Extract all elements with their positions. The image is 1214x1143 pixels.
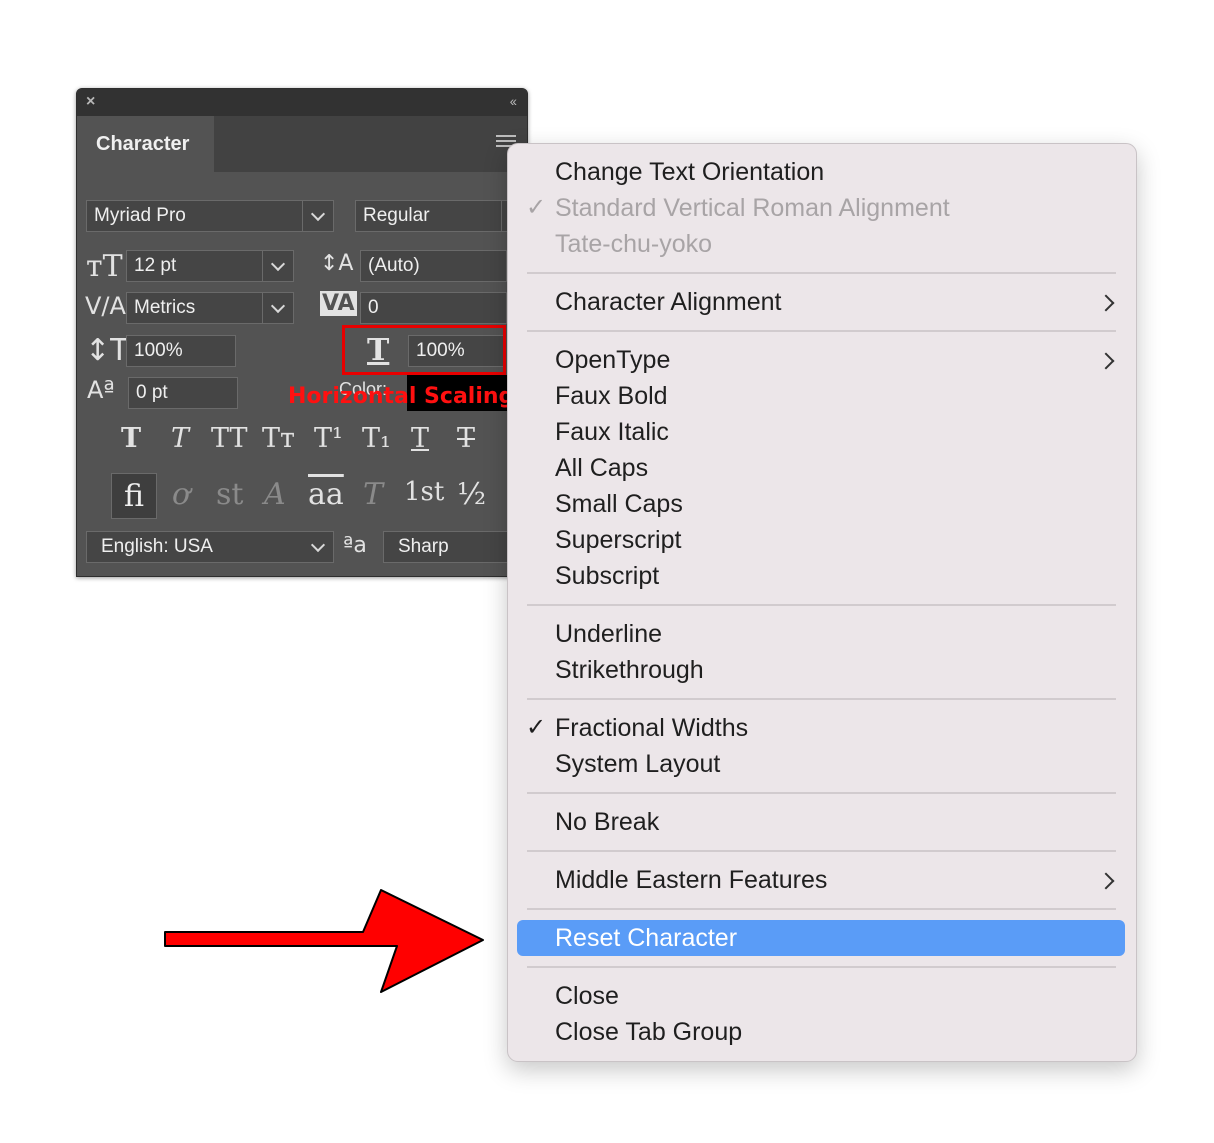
titling-alternates-button[interactable]: T [363,477,383,512]
vertical-scale-value: 100% [134,340,183,361]
menu-separator [527,908,1116,910]
menu-item-fractional-widths[interactable]: Fractional Widths [555,710,748,746]
menu-item-underline[interactable]: Underline [555,616,662,652]
anti-alias-value: Sharp [398,536,449,557]
chevron-down-icon[interactable] [262,251,293,281]
underline-button[interactable]: T [411,423,429,454]
menu-item-strikethrough[interactable]: Strikethrough [555,652,704,688]
subscript-button[interactable]: T₁ [362,423,391,454]
leading-icon: ↕A [320,251,354,276]
discretionary-ligatures-button[interactable]: st [216,477,243,512]
faux-italic-button[interactable]: T [171,423,189,454]
fractions-button[interactable]: ½ [457,477,486,512]
ordinals-button[interactable]: 1st [404,477,444,507]
language-select[interactable]: English: USA [86,531,334,563]
font-size-value: 12 pt [134,255,177,276]
menu-separator [527,792,1116,794]
leading-value: (Auto) [368,255,420,276]
old-style-button[interactable]: ơ [172,477,190,512]
vertical-scale-icon: ↕T [85,333,129,368]
menu-item-faux-italic[interactable]: Faux Italic [555,414,669,450]
language-value: English: USA [101,536,213,557]
menu-item-middle-eastern-features[interactable]: Middle Eastern Features [555,862,827,898]
faux-bold-button[interactable]: T [121,423,141,454]
menu-item-all-caps[interactable]: All Caps [555,450,648,486]
baseline-shift-field[interactable]: 0 pt [128,377,238,409]
panel-flyout-menu: Change Text Orientation ✓ Standard Verti… [507,143,1137,1062]
chevron-right-icon [1097,294,1115,312]
ligatures-button[interactable]: fi [111,473,157,519]
collapse-icon[interactable]: ‹‹ [510,93,517,109]
menu-separator [527,604,1116,606]
vertical-scale-field[interactable]: 100% [126,335,236,367]
font-style-select[interactable]: Regular [355,200,525,232]
menu-item-superscript[interactable]: Superscript [555,522,681,558]
tracking-value: 0 [368,297,379,318]
chevron-down-icon[interactable] [302,201,333,231]
menu-item-small-caps[interactable]: Small Caps [555,486,683,522]
baseline-shift-icon: Aª [87,376,115,404]
leading-field[interactable]: (Auto) [360,250,527,282]
kerning-icon: V/A [85,292,126,320]
menu-separator [527,966,1116,968]
menu-item-system-layout[interactable]: System Layout [555,746,720,782]
checkmark-icon: ✓ [526,714,547,741]
menu-item-close[interactable]: Close [555,978,619,1014]
small-caps-button[interactable]: Tт [262,423,295,454]
close-icon[interactable]: × [86,93,95,111]
chevron-down-icon[interactable] [303,532,333,562]
annotation-highlight-box [342,325,506,375]
menu-separator [527,272,1116,274]
anti-alias-icon: ªa [343,533,367,558]
menu-item-no-break[interactable]: No Break [555,804,659,840]
menu-item-standard-vertical-roman-alignment: Standard Vertical Roman Alignment [555,194,950,222]
font-family-value: Myriad Pro [94,205,186,226]
stylistic-alternates-button[interactable]: aa [308,477,344,512]
panel-titlebar: × ‹‹ [77,89,527,116]
font-size-icon: ᴛT [86,249,123,284]
font-size-field[interactable]: 12 pt [126,250,294,282]
menu-item-character-alignment[interactable]: Character Alignment [555,284,782,320]
menu-separator [527,850,1116,852]
menu-item-reset-character[interactable]: Reset Character [555,920,737,956]
kerning-select[interactable]: Metrics [126,292,294,324]
font-style-value: Regular [363,205,430,226]
chevron-right-icon [1097,872,1115,890]
menu-item-tate-chu-yoko: Tate-chu-yoko [555,230,713,258]
tracking-icon: VA [320,291,357,316]
menu-item-close-tab-group[interactable]: Close Tab Group [555,1014,742,1050]
baseline-shift-value: 0 pt [136,382,168,403]
annotation-label: Horizontal Scaling [288,384,515,409]
superscript-button[interactable]: T¹ [314,423,343,454]
strikethrough-button[interactable]: T [457,423,475,454]
font-family-select[interactable]: Myriad Pro [86,200,334,232]
chevron-right-icon [1097,352,1115,370]
panel-tab-row: Character [77,116,527,172]
menu-item-faux-bold[interactable]: Faux Bold [555,378,668,414]
tab-character[interactable]: Character [77,116,214,172]
menu-separator [527,330,1116,332]
all-caps-button[interactable]: TT [211,423,248,454]
annotation-arrow-icon [164,889,484,993]
swash-button[interactable]: A [264,477,286,512]
kerning-value: Metrics [134,297,196,318]
menu-item-opentype[interactable]: OpenType [555,342,670,378]
menu-item-subscript[interactable]: Subscript [555,558,659,594]
tracking-field[interactable]: 0 [360,292,527,324]
menu-separator [527,698,1116,700]
checkmark-icon: ✓ [526,194,547,221]
chevron-down-icon[interactable] [262,293,293,323]
menu-item-change-text-orientation[interactable]: Change Text Orientation [555,154,824,190]
